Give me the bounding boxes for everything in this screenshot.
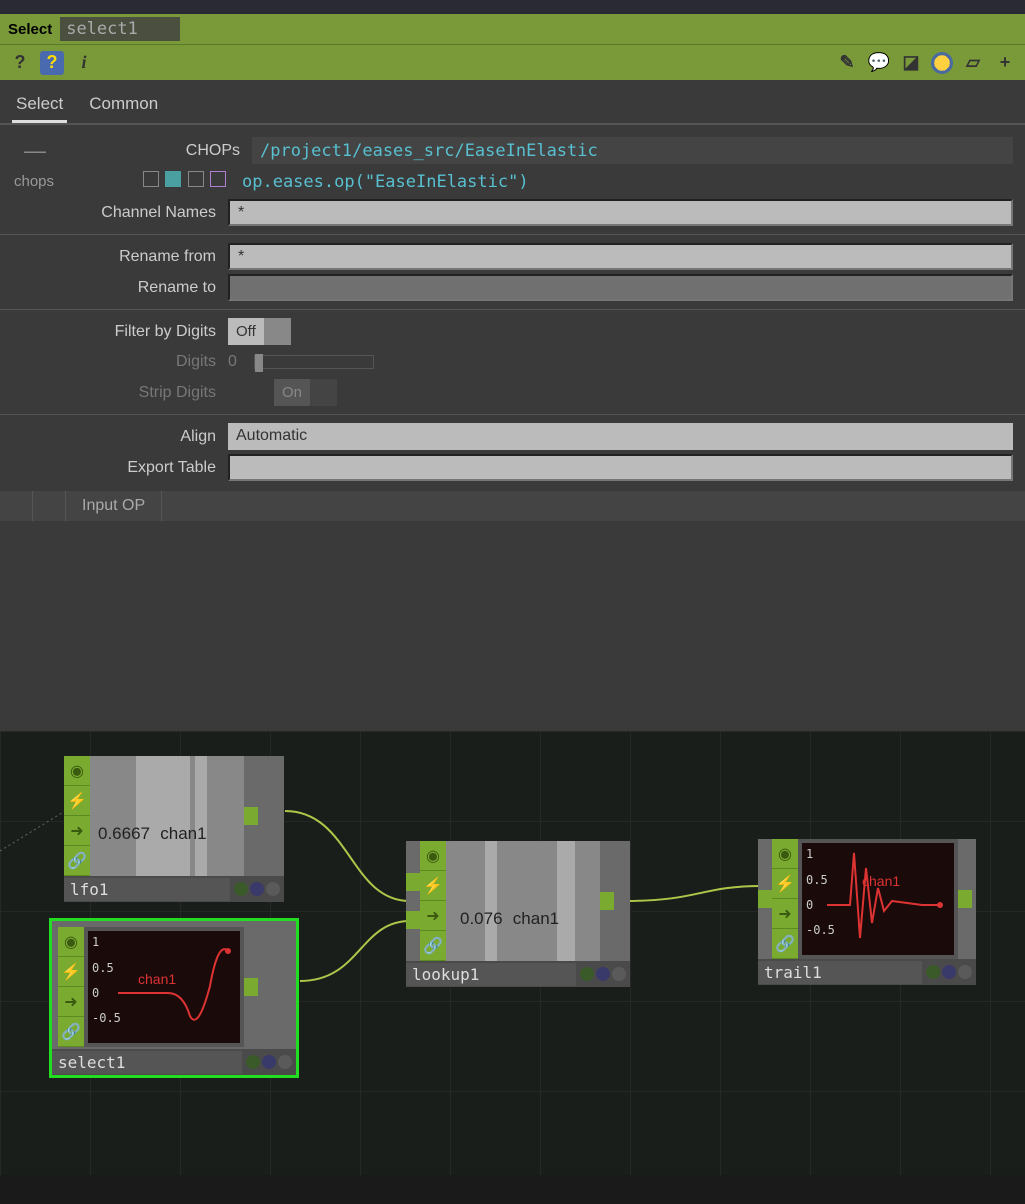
tab-select[interactable]: Select bbox=[12, 88, 67, 123]
clone-icon[interactable]: 🔗 bbox=[58, 1017, 84, 1047]
tag-icon[interactable]: ◪ bbox=[899, 51, 923, 75]
node-name-label[interactable]: lfo1 bbox=[64, 878, 230, 901]
digits-value: 0 bbox=[228, 353, 248, 371]
mode-bind-icon[interactable] bbox=[210, 171, 226, 187]
help-icon[interactable]: ? bbox=[8, 51, 32, 75]
chops-expression-field[interactable]: op.eases.op("EaseInElastic") bbox=[234, 168, 1013, 195]
collapse-icon[interactable]: — bbox=[12, 138, 58, 164]
viewer-active-icon[interactable]: ◉ bbox=[772, 839, 798, 869]
exporttable-label: Export Table bbox=[12, 459, 222, 477]
renamefrom-label: Rename from bbox=[12, 248, 222, 266]
input-connector-1[interactable] bbox=[406, 911, 420, 929]
mode-constant-icon[interactable] bbox=[143, 171, 159, 187]
viewer-active-icon[interactable]: ◉ bbox=[420, 841, 446, 871]
digits-label: Digits bbox=[12, 353, 222, 371]
bypass-icon[interactable]: ⚡ bbox=[64, 786, 90, 816]
op-name-field[interactable]: select1 bbox=[60, 17, 180, 41]
filterdigits-label: Filter by Digits bbox=[12, 323, 222, 341]
node-trail1[interactable]: ◉ ⚡ ➜ 🔗 1 0.5 0 -0.5 chan1 trail1 bbox=[758, 839, 976, 985]
inputop-label: Input OP bbox=[66, 491, 162, 521]
bypass-icon[interactable]: ⚡ bbox=[420, 871, 446, 901]
toolbar: ? ? i ✎ 💬 ◪ ▱ + bbox=[0, 44, 1025, 80]
network-editor[interactable]: ◉ ⚡ ➜ 🔗 0.6667 chan1 lfo1 ◉ ⚡ ➜ 🔗 1 bbox=[0, 731, 1025, 1175]
viewer-active-icon[interactable]: ◉ bbox=[58, 927, 84, 957]
node-select1[interactable]: ◉ ⚡ ➜ 🔗 1 0.5 0 -0.5 chan1 select1 bbox=[52, 921, 296, 1075]
lock-icon[interactable]: ➜ bbox=[64, 816, 90, 846]
renameto-label: Rename to bbox=[12, 279, 222, 297]
exporttable-field[interactable] bbox=[228, 454, 1013, 481]
input-op-row: Input OP bbox=[0, 491, 1025, 521]
filterdigits-toggle[interactable]: Off bbox=[228, 318, 291, 345]
node-name-label[interactable]: lookup1 bbox=[406, 963, 576, 986]
mode-export-icon[interactable] bbox=[188, 171, 204, 187]
channames-field[interactable] bbox=[228, 199, 1013, 226]
param-tabs: Select Common bbox=[0, 80, 1025, 125]
op-type-label: Select bbox=[8, 21, 52, 38]
plus-icon[interactable]: + bbox=[993, 51, 1017, 75]
lock-icon[interactable]: ➜ bbox=[420, 901, 446, 931]
output-connector[interactable] bbox=[244, 807, 258, 825]
stripdigits-label: Strip Digits bbox=[12, 384, 222, 402]
chops-label: CHOPs bbox=[186, 142, 246, 159]
python-icon[interactable] bbox=[931, 52, 953, 74]
lock-icon[interactable]: ➜ bbox=[772, 899, 798, 929]
chops-path-field[interactable]: /project1/eases_src/EaseInElastic bbox=[252, 137, 1013, 164]
node-lookup1[interactable]: ◉ ⚡ ➜ 🔗 0.076 chan1 lookup1 bbox=[406, 841, 630, 987]
digits-slider bbox=[254, 355, 374, 369]
edit-icon[interactable]: ✎ bbox=[835, 51, 859, 75]
input-connector-0[interactable] bbox=[406, 873, 420, 891]
channames-label: Channel Names bbox=[12, 204, 222, 222]
renamefrom-field[interactable] bbox=[228, 243, 1013, 270]
comment-icon[interactable]: 💬 bbox=[867, 51, 891, 75]
stripdigits-toggle: On bbox=[274, 379, 337, 406]
shape-icon[interactable]: ▱ bbox=[961, 51, 985, 75]
align-dropdown[interactable]: Automatic bbox=[228, 423, 1013, 450]
bypass-icon[interactable]: ⚡ bbox=[58, 957, 84, 987]
bypass-icon[interactable]: ⚡ bbox=[772, 869, 798, 899]
parameter-panel: — CHOPs /project1/eases_src/EaseInElasti… bbox=[0, 125, 1025, 731]
info-icon[interactable]: i bbox=[72, 51, 96, 75]
chops-sublabel: chops bbox=[12, 173, 52, 190]
align-label: Align bbox=[12, 428, 222, 446]
clone-icon[interactable]: 🔗 bbox=[64, 846, 90, 876]
mode-expression-icon[interactable] bbox=[165, 171, 181, 187]
clone-icon[interactable]: 🔗 bbox=[420, 931, 446, 961]
renameto-field[interactable] bbox=[228, 274, 1013, 301]
title-bar: Select select1 bbox=[0, 14, 1025, 44]
help-context-icon[interactable]: ? bbox=[40, 51, 64, 75]
node-lfo1[interactable]: ◉ ⚡ ➜ 🔗 0.6667 chan1 lfo1 bbox=[64, 756, 284, 902]
tab-common[interactable]: Common bbox=[85, 88, 162, 123]
viewer-active-icon[interactable]: ◉ bbox=[64, 756, 90, 786]
input-connector[interactable] bbox=[758, 890, 772, 908]
lock-icon[interactable]: ➜ bbox=[58, 987, 84, 1017]
clone-icon[interactable]: 🔗 bbox=[772, 929, 798, 959]
output-connector[interactable] bbox=[600, 892, 614, 910]
